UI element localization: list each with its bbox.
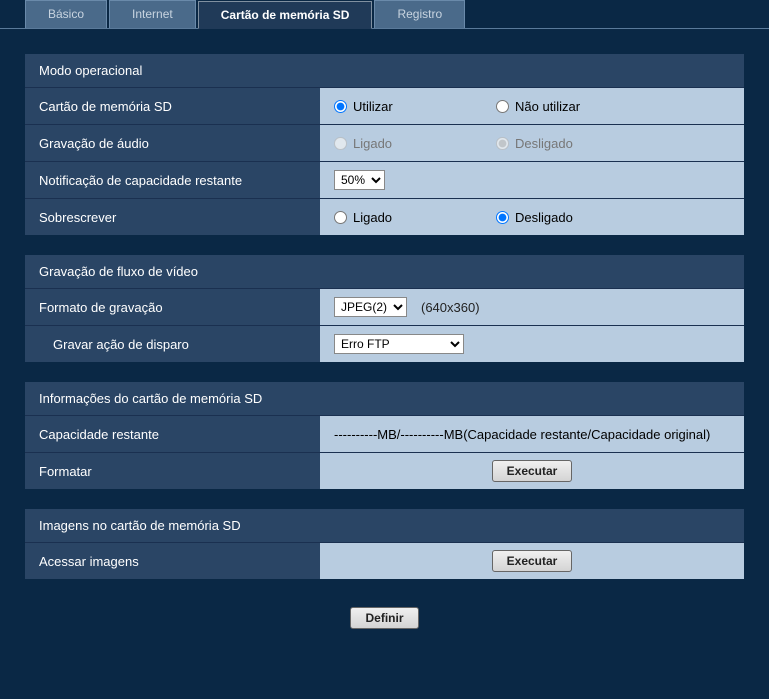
tab-sd-card[interactable]: Cartão de memória SD [198, 1, 373, 29]
radio-label-audio-on: Ligado [353, 136, 392, 151]
label-format-sd: Formatar [25, 453, 320, 489]
label-capacity-notify: Notificação de capacidade restante [25, 162, 320, 198]
label-record-format: Formato de gravação [25, 289, 320, 325]
section-title-sd-images: Imagens no cartão de memória SD [25, 509, 744, 542]
select-record-format[interactable]: JPEG(2) [334, 297, 407, 317]
label-sd-card: Cartão de memória SD [25, 88, 320, 124]
tab-basic[interactable]: Básico [25, 0, 107, 28]
radio-label-overwrite-on: Ligado [353, 210, 392, 225]
section-title-operational-mode: Modo operacional [25, 54, 744, 87]
format-execute-button[interactable]: Executar [492, 460, 573, 482]
radio-audio-on [334, 137, 347, 150]
radio-label-sd-use: Utilizar [353, 99, 393, 114]
select-capacity-notify[interactable]: 50% [334, 170, 385, 190]
radio-label-overwrite-off: Desligado [515, 210, 573, 225]
section-title-sd-info: Informações do cartão de memória SD [25, 382, 744, 415]
label-overwrite: Sobrescrever [25, 199, 320, 235]
radio-sd-use[interactable] [334, 100, 347, 113]
section-sd-images: Imagens no cartão de memória SD Acessar … [25, 509, 744, 579]
access-images-execute-button[interactable]: Executar [492, 550, 573, 572]
define-button[interactable]: Definir [350, 607, 418, 629]
radio-audio-off [496, 137, 509, 150]
radio-overwrite-on[interactable] [334, 211, 347, 224]
section-sd-info: Informações do cartão de memória SD Capa… [25, 382, 744, 489]
section-video-stream: Gravação de fluxo de vídeo Formato de gr… [25, 255, 744, 362]
label-remaining-capacity: Capacidade restante [25, 416, 320, 452]
radio-label-sd-not-use: Não utilizar [515, 99, 580, 114]
value-remaining-capacity: ----------MB/----------MB(Capacidade res… [334, 427, 710, 442]
radio-sd-not-use[interactable] [496, 100, 509, 113]
select-save-trigger[interactable]: Erro FTP [334, 334, 464, 354]
section-title-video-stream: Gravação de fluxo de vídeo [25, 255, 744, 288]
radio-label-audio-off: Desligado [515, 136, 573, 151]
label-save-trigger: Gravar ação de disparo [25, 326, 320, 362]
tab-bar: Básico Internet Cartão de memória SD Reg… [0, 0, 769, 29]
tab-internet[interactable]: Internet [109, 0, 196, 28]
label-access-images: Acessar imagens [25, 543, 320, 579]
label-audio-rec: Gravação de áudio [25, 125, 320, 161]
section-operational-mode: Modo operacional Cartão de memória SD Ut… [25, 54, 744, 235]
tab-log[interactable]: Registro [374, 0, 465, 28]
hint-record-format-resolution: (640x360) [421, 300, 480, 315]
radio-overwrite-off[interactable] [496, 211, 509, 224]
